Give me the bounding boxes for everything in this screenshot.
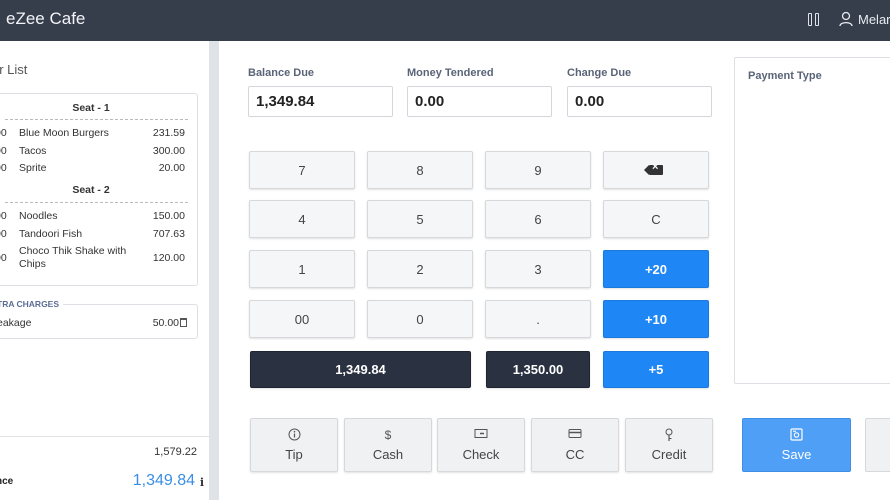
payment-type-box: Payment Type (734, 57, 890, 384)
balance-label: nce (0, 476, 14, 487)
item-qty: 00 (0, 145, 7, 157)
item-qty: 00 (0, 210, 7, 222)
extra-charges-label: TRA CHARGES (0, 299, 64, 309)
cc-label: CC (565, 447, 585, 462)
item-name: Choco Thik Shake with Chips (19, 245, 127, 270)
round-amount-button[interactable]: 1,350.00 (486, 351, 590, 388)
backspace-icon (644, 161, 663, 175)
check-icon (438, 428, 524, 442)
item-qty: 00 (0, 228, 7, 240)
app-title: eZee Cafe (6, 9, 86, 28)
item-price: 707.63 (152, 228, 185, 240)
dollar-icon: $ (384, 428, 392, 442)
save-label: Save (781, 447, 812, 462)
clear-button[interactable]: C (603, 200, 709, 238)
panel-divider (209, 41, 219, 500)
item-name: Tandoori Fish (19, 228, 83, 240)
key-2[interactable]: 2 (367, 250, 473, 288)
extra-charge-price: 50.00 (153, 317, 187, 329)
item-name: Sprite (19, 162, 47, 174)
order-panel: er List Seat - 1 00 Blue Moon Burgers 23… (0, 41, 209, 500)
order-items-box: Seat - 1 00 Blue Moon Burgers 231.59 00 … (0, 93, 198, 286)
item-qty: 00 (0, 127, 7, 139)
key-4[interactable]: 4 (249, 200, 355, 238)
credit-card-icon (532, 428, 618, 442)
trash-icon[interactable] (180, 318, 187, 327)
change-due-label: Change Due (567, 67, 632, 79)
item-price: 300.00 (152, 145, 185, 157)
item-price: 120.00 (152, 252, 185, 264)
backspace-button[interactable] (603, 151, 709, 189)
credit-button[interactable]: Credit (625, 418, 713, 472)
key-5[interactable]: 5 (367, 200, 473, 238)
key-icon (626, 428, 712, 442)
item-qty: 00 (0, 162, 7, 174)
payment-type-label: Payment Type (748, 70, 822, 82)
user-name[interactable]: Melar (858, 12, 890, 27)
seat-1-header: Seat - 1 (72, 102, 110, 114)
tip-label: Tip (285, 447, 303, 462)
item-name: Noodles (19, 210, 58, 222)
key-6[interactable]: 6 (485, 200, 591, 238)
key-1[interactable]: 1 (249, 250, 355, 288)
item-price: 150.00 (152, 210, 185, 222)
key-0[interactable]: 0 (367, 300, 473, 338)
info-icon[interactable]: i (200, 476, 204, 489)
seat-2-header: Seat - 2 (72, 184, 110, 196)
cc-button[interactable]: CC (531, 418, 619, 472)
money-tendered-label: Money Tendered (407, 67, 494, 79)
check-button[interactable]: Check (437, 418, 525, 472)
tip-button[interactable]: Tip (250, 418, 338, 472)
user-icon[interactable] (838, 11, 854, 27)
item-name: Blue Moon Burgers (19, 127, 109, 139)
key-8[interactable]: 8 (367, 151, 473, 189)
balance-due-field[interactable]: 1,349.84 (248, 86, 393, 117)
key-3[interactable]: 3 (485, 250, 591, 288)
pause-icon[interactable] (808, 13, 820, 26)
total-divider (0, 436, 209, 437)
key-7[interactable]: 7 (249, 151, 355, 189)
exact-amount-button[interactable]: 1,349.84 (250, 351, 471, 388)
item-price: 231.59 (152, 127, 185, 139)
cash-button[interactable]: $ Cash (344, 418, 432, 472)
order-list-heading: er List (0, 62, 28, 77)
money-tendered-field[interactable]: 0.00 (407, 86, 552, 117)
cash-label: Cash (372, 447, 404, 462)
change-due-field[interactable]: 0.00 (567, 86, 712, 117)
item-price: 20.00 (158, 162, 185, 174)
info-circle-icon (251, 428, 337, 442)
balance-value: 1,349.84 (132, 472, 195, 489)
add-10-button[interactable]: +10 (603, 300, 709, 338)
seat-divider (5, 202, 188, 203)
add-5-button[interactable]: +5 (603, 351, 709, 388)
key-9[interactable]: 9 (485, 151, 591, 189)
extra-charges-box: TRA CHARGES eakage 50.00 (0, 299, 198, 339)
key-dot[interactable]: . (485, 300, 591, 338)
top-bar: eZee Cafe Melar (0, 0, 890, 41)
more-button[interactable] (865, 418, 890, 472)
save-icon (743, 428, 850, 441)
payment-panel: Balance Due 1,349.84 Money Tendered 0.00… (219, 41, 890, 500)
add-20-button[interactable]: +20 (603, 250, 709, 288)
check-label: Check (462, 447, 500, 462)
item-name: Tacos (19, 145, 47, 157)
balance-due-label: Balance Due (248, 67, 315, 79)
extra-charge-name: eakage (0, 317, 32, 329)
seat-divider (5, 119, 188, 120)
item-qty: 00 (0, 252, 7, 264)
credit-label: Credit (651, 447, 687, 462)
key-00[interactable]: 00 (249, 300, 355, 338)
save-button[interactable]: Save (742, 418, 851, 472)
order-total: 1,579.22 (154, 446, 197, 458)
